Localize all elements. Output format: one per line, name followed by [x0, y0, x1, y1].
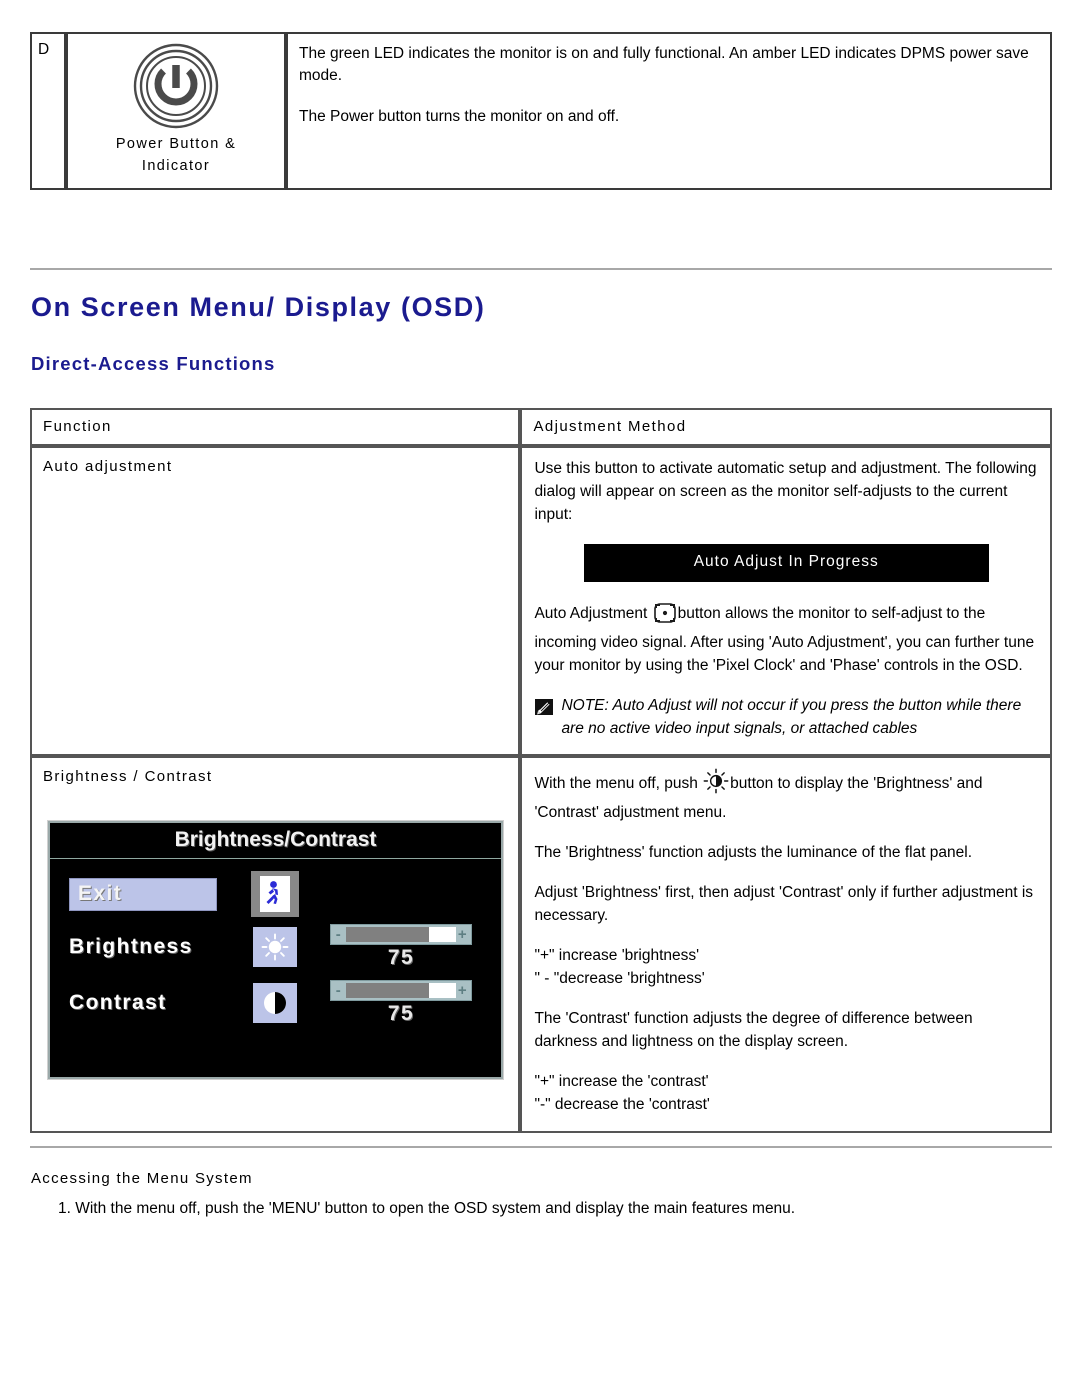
exit-icon-inner — [260, 876, 290, 913]
power-button-icon — [76, 40, 276, 132]
osd-menu-item-exit[interactable]: Exit — [50, 869, 501, 919]
table-row-auto-adjustment: Auto adjustment Use this button to activ… — [30, 446, 1052, 757]
function-cell-brightness-contrast: Brightness / Contrast Brightness/Contras… — [30, 756, 521, 1133]
osd-exit-highlight[interactable]: Exit — [69, 877, 217, 911]
note-pencil-icon — [534, 695, 554, 724]
brightness-slider-group[interactable]: - + 75 — [330, 924, 472, 970]
row-letter: D — [38, 41, 50, 58]
power-button-caption: Power Button & Indicator — [76, 132, 276, 178]
brightness-decrease-text: " - "decrease 'brightness' — [534, 970, 705, 988]
function-label-brightness-contrast: Brightness / Contrast — [43, 768, 213, 786]
direct-access-functions-table: Function Adjustment Method Auto adjustme… — [30, 408, 1052, 1133]
section-subtitle: Direct-Access Functions — [31, 353, 276, 374]
brightness-increase-button[interactable]: + — [457, 927, 469, 942]
brightness-plus-minus: "+" increase 'brightness' " - "decrease … — [534, 945, 1038, 991]
contrast-slider[interactable]: - + — [330, 980, 472, 1002]
exit-door-icon — [251, 871, 299, 918]
brightness-slider-track[interactable] — [346, 927, 456, 943]
power-caption-line-2: Indicator — [141, 157, 211, 174]
list-item: 1. With the menu off, push the 'MENU' bu… — [58, 1200, 796, 1217]
osd-title: Brightness/Contrast — [50, 823, 501, 860]
power-icon-cell: Power Button & Indicator — [66, 32, 286, 190]
brightness-increase-text: "+" increase 'brightness' — [534, 947, 700, 965]
brightness-sun-icon — [253, 927, 297, 968]
osd-contrast-label: Contrast — [69, 991, 167, 1015]
brightness-value: 75 — [387, 946, 415, 970]
auto-adjust-button-icon — [653, 602, 677, 632]
column-header-function: Function — [30, 408, 521, 446]
auto-adjust-body-before: Auto Adjustment — [534, 604, 652, 622]
contrast-increase-text: "+" increase the 'contrast' — [534, 1072, 709, 1090]
power-description-cell: The green LED indicates the monitor is o… — [286, 32, 1052, 190]
brightness-instruction-before: With the menu off, push — [534, 775, 703, 793]
adjustment-method-auto-adjustment: Use this button to activate automatic se… — [520, 446, 1052, 757]
osd-brightness-label: Brightness — [69, 935, 193, 959]
accessing-menu-system-steps: 1. With the menu off, push the 'MENU' bu… — [31, 1200, 1031, 1218]
page-title: On Screen Menu/ Display (OSD) — [31, 292, 486, 322]
brightness-slider[interactable]: - + — [330, 924, 472, 946]
brightness-push-instruction: With the menu off, push button to displa… — [534, 768, 1038, 825]
contrast-slider-track[interactable] — [346, 983, 456, 999]
auto-adjust-body: Auto Adjustment button allows the monito… — [534, 602, 1038, 678]
power-caption-line-1: Power Button & — [115, 136, 237, 152]
brightness-slider-fill — [346, 927, 429, 943]
row-letter-cell: D — [30, 32, 66, 190]
contrast-slider-fill — [346, 983, 429, 999]
osd-menu-item-contrast[interactable]: Contrast - + 75 — [50, 975, 501, 1031]
contrast-function-description: The 'Contrast' function adjusts the degr… — [534, 1010, 973, 1050]
function-label-auto-adjustment: Auto adjustment — [30, 446, 521, 757]
osd-body: Exit Brightness - + 75 Contrast - + 75 — [50, 859, 501, 1031]
osd-menu-item-brightness[interactable]: Brightness - + 75 — [50, 919, 501, 975]
power-description-paragraph-2: The Power button turns the monitor on an… — [299, 107, 620, 125]
contrast-increase-button[interactable]: + — [457, 983, 469, 998]
horizontal-rule-top — [30, 268, 1052, 270]
contrast-decrease-button[interactable]: - — [333, 983, 345, 998]
table-row: D Power Button & Indicator The green LED… — [30, 32, 1052, 190]
contrast-half-circle-icon — [253, 983, 297, 1024]
brightness-decrease-button[interactable]: - — [333, 927, 345, 942]
document-page: D Power Button & Indicator The green LED… — [0, 0, 1080, 1397]
contrast-decrease-text: "-" decrease the 'contrast' — [534, 1095, 710, 1113]
brightness-contrast-button-icon — [703, 768, 729, 802]
table-row-brightness-contrast: Brightness / Contrast Brightness/Contras… — [30, 756, 1052, 1133]
contrast-value: 75 — [387, 1002, 415, 1026]
power-description-paragraph-1: The green LED indicates the monitor is o… — [299, 45, 1029, 85]
column-header-adjustment-method: Adjustment Method — [520, 408, 1052, 446]
brightness-adjust-order: Adjust 'Brightness' first, then adjust '… — [534, 884, 1034, 925]
adjustment-method-brightness-contrast: With the menu off, push button to displa… — [520, 756, 1052, 1133]
table-header-row: Function Adjustment Method — [30, 408, 1052, 446]
auto-adjust-note-text: NOTE: Auto Adjust will not occur if you … — [561, 696, 1022, 737]
auto-adjust-intro: Use this button to activate automatic se… — [534, 460, 1037, 523]
brightness-function-description: The 'Brightness' function adjusts the lu… — [534, 844, 973, 862]
contrast-plus-minus: "+" increase the 'contrast' "-" decrease… — [534, 1071, 1038, 1117]
osd-screenshot-brightness-contrast: Brightness/Contrast Exit Brightness - + … — [47, 820, 504, 1081]
accessing-menu-system-title: Accessing the Menu System — [31, 1170, 253, 1187]
horizontal-rule-bottom — [30, 1146, 1052, 1148]
auto-adjust-note: NOTE: Auto Adjust will not occur if you … — [534, 695, 1038, 741]
auto-adjust-progress-dialog: Auto Adjust In Progress — [583, 543, 989, 582]
contrast-slider-group[interactable]: - + 75 — [330, 980, 472, 1026]
osd-exit-label: Exit — [78, 882, 123, 906]
power-button-table: D Power Button & Indicator The green LED… — [30, 32, 1052, 190]
